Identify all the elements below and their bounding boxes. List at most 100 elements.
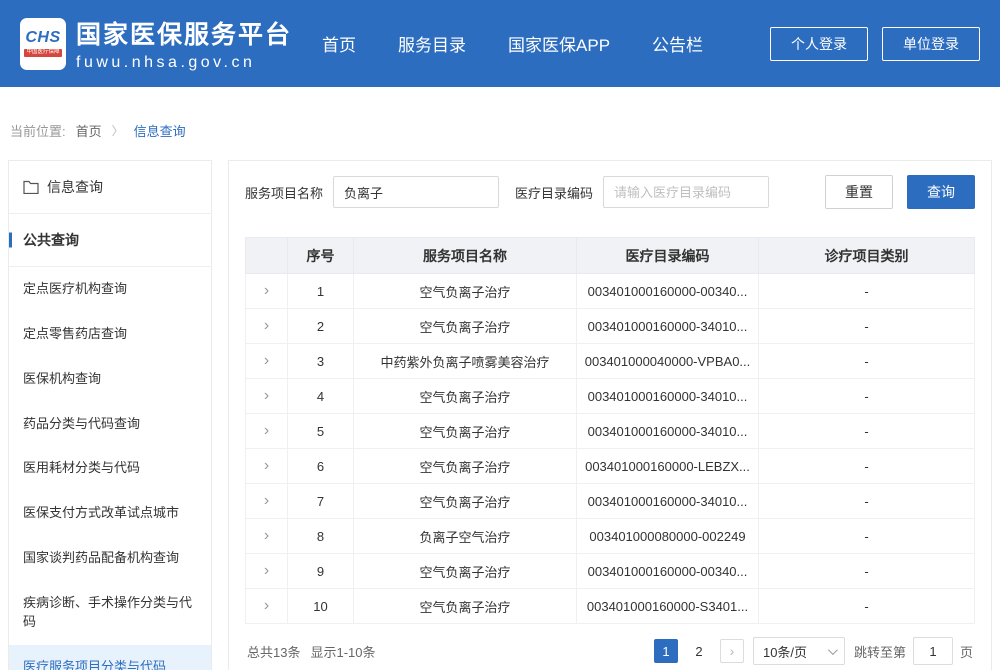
row-name: 负离子空气治疗 bbox=[354, 519, 577, 554]
row-expand-cell[interactable]: › bbox=[246, 414, 288, 449]
sidebar-section-public-query[interactable]: 公共查询 bbox=[9, 214, 211, 267]
row-expand-cell[interactable]: › bbox=[246, 519, 288, 554]
sidebar-item[interactable]: 药品分类与代码查询 bbox=[9, 402, 211, 447]
expand-chevron-icon[interactable]: › bbox=[264, 353, 269, 369]
logo-caption: 中国医疗保障 bbox=[24, 49, 61, 57]
sidebar-item[interactable]: 医用耗材分类与代码 bbox=[9, 446, 211, 491]
sidebar-item[interactable]: 医保支付方式改革试点城市 bbox=[9, 491, 211, 536]
table-header-row: 序号 服务项目名称 医疗目录编码 诊疗项目类别 bbox=[246, 238, 975, 274]
sidebar-title: 信息查询 bbox=[9, 161, 211, 214]
row-no: 10 bbox=[288, 589, 354, 624]
table-row[interactable]: › 8 负离子空气治疗 003401000080000-002249 - bbox=[246, 519, 975, 554]
sidebar-item[interactable]: 医保机构查询 bbox=[9, 357, 211, 402]
query-button[interactable]: 查询 bbox=[907, 175, 975, 209]
catalog-code-label: 医疗目录编码 bbox=[515, 183, 593, 202]
row-code: 003401000160000-S3401... bbox=[577, 589, 759, 624]
row-expand-cell[interactable]: › bbox=[246, 344, 288, 379]
page-size-value: 10条/页 bbox=[763, 642, 807, 661]
record-totals: 总共13条 显示1-10条 bbox=[247, 642, 376, 661]
row-no: 4 bbox=[288, 379, 354, 414]
header-no: 序号 bbox=[288, 238, 354, 274]
row-code: 003401000160000-34010... bbox=[577, 414, 759, 449]
total-count: 总共13条 bbox=[247, 642, 300, 661]
content: 信息查询 公共查询 定点医疗机构查询 定点零售药店查询 医保机构查询 药品分类与… bbox=[0, 160, 1000, 670]
table-footer: 总共13条 显示1-10条 1 2 › 10条/页 跳转至第 页 bbox=[245, 624, 975, 670]
sidebar-title-label: 信息查询 bbox=[47, 177, 103, 197]
table-row[interactable]: › 5 空气负离子治疗 003401000160000-34010... - bbox=[246, 414, 975, 449]
table-row[interactable]: › 4 空气负离子治疗 003401000160000-34010... - bbox=[246, 379, 975, 414]
header: CHS 中国医疗保障 国家医保服务平台 fuwu.nhsa.gov.cn 首页 … bbox=[0, 0, 1000, 87]
site-title: 国家医保服务平台 bbox=[76, 15, 292, 51]
login-button[interactable]: 个人登录 bbox=[770, 27, 868, 61]
breadcrumb-current: 信息查询 bbox=[134, 121, 186, 140]
reset-button[interactable]: 重置 bbox=[825, 175, 893, 209]
header-code: 医疗目录编码 bbox=[577, 238, 759, 274]
table-row[interactable]: › 6 空气负离子治疗 003401000160000-LEBZX... - bbox=[246, 449, 975, 484]
table-row[interactable]: › 1 空气负离子治疗 003401000160000-00340... - bbox=[246, 274, 975, 309]
row-code: 003401000160000-34010... bbox=[577, 309, 759, 344]
expand-chevron-icon[interactable]: › bbox=[264, 493, 269, 509]
row-expand-cell[interactable]: › bbox=[246, 554, 288, 589]
login-button[interactable]: 单位登录 bbox=[882, 27, 980, 61]
pagination: 1 2 › 10条/页 跳转至第 页 bbox=[654, 637, 973, 665]
nav-item[interactable]: 国家医保APP bbox=[508, 31, 610, 56]
sidebar-item[interactable]: 定点医疗机构查询 bbox=[9, 267, 211, 312]
next-page-button[interactable]: › bbox=[720, 639, 744, 663]
sidebar-item[interactable]: 医疗服务项目分类与代码 bbox=[9, 645, 211, 670]
header-name: 服务项目名称 bbox=[354, 238, 577, 274]
sidebar: 信息查询 公共查询 定点医疗机构查询 定点零售药店查询 医保机构查询 药品分类与… bbox=[8, 160, 212, 670]
jump-suffix: 页 bbox=[960, 642, 973, 661]
expand-chevron-icon[interactable]: › bbox=[264, 318, 269, 334]
row-name: 空气负离子治疗 bbox=[354, 554, 577, 589]
row-code: 003401000160000-34010... bbox=[577, 379, 759, 414]
table-row[interactable]: › 2 空气负离子治疗 003401000160000-34010... - bbox=[246, 309, 975, 344]
page-button[interactable]: 2 bbox=[687, 639, 711, 663]
table-row[interactable]: › 3 中药紫外负离子喷雾美容治疗 003401000040000-VPBA0.… bbox=[246, 344, 975, 379]
row-expand-cell[interactable]: › bbox=[246, 309, 288, 344]
search-bar: 服务项目名称 医疗目录编码 重置 查询 bbox=[245, 175, 975, 209]
expand-chevron-icon[interactable]: › bbox=[264, 423, 269, 439]
row-category: - bbox=[759, 589, 975, 624]
row-code: 003401000040000-VPBA0... bbox=[577, 344, 759, 379]
page-button[interactable]: 1 bbox=[654, 639, 678, 663]
page-size-select[interactable]: 10条/页 bbox=[753, 637, 845, 665]
sidebar-item[interactable]: 疾病诊断、手术操作分类与代码 bbox=[9, 581, 211, 645]
row-no: 6 bbox=[288, 449, 354, 484]
expand-chevron-icon[interactable]: › bbox=[264, 528, 269, 544]
expand-chevron-icon[interactable]: › bbox=[264, 283, 269, 299]
row-expand-cell[interactable]: › bbox=[246, 449, 288, 484]
row-code: 003401000160000-00340... bbox=[577, 554, 759, 589]
login-buttons: 个人登录 单位登录 bbox=[770, 27, 980, 61]
catalog-code-input[interactable] bbox=[603, 176, 769, 208]
row-name: 空气负离子治疗 bbox=[354, 484, 577, 519]
header-category: 诊疗项目类别 bbox=[759, 238, 975, 274]
jump-to-page: 跳转至第 页 bbox=[854, 637, 973, 665]
nav-item[interactable]: 公告栏 bbox=[652, 31, 703, 56]
sidebar-item[interactable]: 国家谈判药品配备机构查询 bbox=[9, 536, 211, 581]
table-row[interactable]: › 10 空气负离子治疗 003401000160000-S3401... - bbox=[246, 589, 975, 624]
nav-item[interactable]: 服务目录 bbox=[398, 31, 466, 56]
row-expand-cell[interactable]: › bbox=[246, 274, 288, 309]
row-expand-cell[interactable]: › bbox=[246, 379, 288, 414]
sidebar-item[interactable]: 定点零售药店查询 bbox=[9, 312, 211, 357]
showing-range: 显示1-10条 bbox=[310, 642, 375, 661]
table-row[interactable]: › 7 空气负离子治疗 003401000160000-34010... - bbox=[246, 484, 975, 519]
row-expand-cell[interactable]: › bbox=[246, 484, 288, 519]
table-body: › 1 空气负离子治疗 003401000160000-00340... - ›… bbox=[246, 274, 975, 624]
site-domain: fuwu.nhsa.gov.cn bbox=[76, 54, 292, 72]
expand-chevron-icon[interactable]: › bbox=[264, 563, 269, 579]
row-category: - bbox=[759, 344, 975, 379]
main-nav: 首页 服务目录 国家医保APP 公告栏 bbox=[322, 31, 770, 56]
expand-chevron-icon[interactable]: › bbox=[264, 458, 269, 474]
service-name-input[interactable] bbox=[333, 176, 499, 208]
expand-chevron-icon[interactable]: › bbox=[264, 598, 269, 614]
expand-chevron-icon[interactable]: › bbox=[264, 388, 269, 404]
row-no: 3 bbox=[288, 344, 354, 379]
results-table: 序号 服务项目名称 医疗目录编码 诊疗项目类别 › 1 空气负离子治疗 0034… bbox=[245, 237, 975, 624]
jump-page-input[interactable] bbox=[913, 637, 953, 665]
main-panel: 服务项目名称 医疗目录编码 重置 查询 序号 服务项目名称 医疗目录编码 诊疗项… bbox=[228, 160, 992, 670]
row-expand-cell[interactable]: › bbox=[246, 589, 288, 624]
nav-item[interactable]: 首页 bbox=[322, 31, 356, 56]
breadcrumb-home[interactable]: 首页 bbox=[76, 121, 102, 140]
table-row[interactable]: › 9 空气负离子治疗 003401000160000-00340... - bbox=[246, 554, 975, 589]
